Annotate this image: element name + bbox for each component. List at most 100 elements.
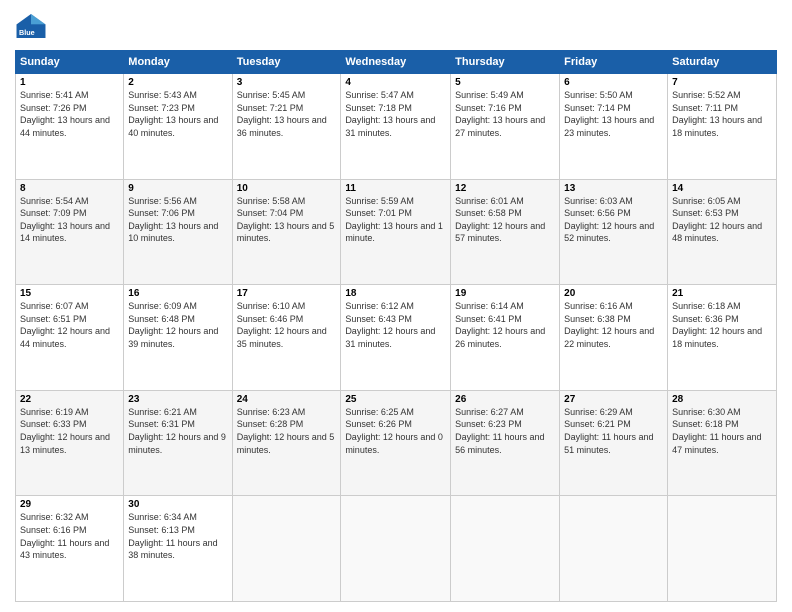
day-number: 18 — [345, 288, 446, 299]
day-number: 3 — [237, 77, 337, 88]
column-header-sunday: Sunday — [16, 51, 124, 74]
day-number: 12 — [455, 183, 555, 194]
day-number: 23 — [128, 394, 227, 405]
day-info: Sunrise: 6:16 AMSunset: 6:38 PMDaylight:… — [564, 300, 663, 350]
day-number: 30 — [128, 499, 227, 510]
calendar-cell: 6 Sunrise: 5:50 AMSunset: 7:14 PMDayligh… — [560, 74, 668, 180]
calendar-cell: 5 Sunrise: 5:49 AMSunset: 7:16 PMDayligh… — [451, 74, 560, 180]
svg-text:Blue: Blue — [19, 28, 35, 37]
calendar-cell — [451, 496, 560, 602]
day-number: 5 — [455, 77, 555, 88]
calendar-cell: 7 Sunrise: 5:52 AMSunset: 7:11 PMDayligh… — [668, 74, 777, 180]
day-info: Sunrise: 5:41 AMSunset: 7:26 PMDaylight:… — [20, 89, 119, 139]
day-number: 6 — [564, 77, 663, 88]
day-number: 11 — [345, 183, 446, 194]
calendar-cell: 3 Sunrise: 5:45 AMSunset: 7:21 PMDayligh… — [232, 74, 341, 180]
calendar-cell: 4 Sunrise: 5:47 AMSunset: 7:18 PMDayligh… — [341, 74, 451, 180]
day-number: 9 — [128, 183, 227, 194]
calendar-cell: 1 Sunrise: 5:41 AMSunset: 7:26 PMDayligh… — [16, 74, 124, 180]
day-number: 10 — [237, 183, 337, 194]
day-number: 1 — [20, 77, 119, 88]
day-number: 7 — [672, 77, 772, 88]
day-info: Sunrise: 6:19 AMSunset: 6:33 PMDaylight:… — [20, 406, 119, 456]
day-info: Sunrise: 6:12 AMSunset: 6:43 PMDaylight:… — [345, 300, 446, 350]
day-info: Sunrise: 6:32 AMSunset: 6:16 PMDaylight:… — [20, 511, 119, 561]
day-number: 21 — [672, 288, 772, 299]
calendar-cell: 19 Sunrise: 6:14 AMSunset: 6:41 PMDaylig… — [451, 285, 560, 391]
calendar-cell: 9 Sunrise: 5:56 AMSunset: 7:06 PMDayligh… — [124, 179, 232, 285]
day-number: 27 — [564, 394, 663, 405]
day-info: Sunrise: 6:10 AMSunset: 6:46 PMDaylight:… — [237, 300, 337, 350]
day-info: Sunrise: 5:43 AMSunset: 7:23 PMDaylight:… — [128, 89, 227, 139]
day-info: Sunrise: 6:30 AMSunset: 6:18 PMDaylight:… — [672, 406, 772, 456]
day-number: 17 — [237, 288, 337, 299]
calendar-cell: 20 Sunrise: 6:16 AMSunset: 6:38 PMDaylig… — [560, 285, 668, 391]
calendar-cell: 11 Sunrise: 5:59 AMSunset: 7:01 PMDaylig… — [341, 179, 451, 285]
column-header-tuesday: Tuesday — [232, 51, 341, 74]
calendar-cell: 15 Sunrise: 6:07 AMSunset: 6:51 PMDaylig… — [16, 285, 124, 391]
day-info: Sunrise: 6:21 AMSunset: 6:31 PMDaylight:… — [128, 406, 227, 456]
day-number: 25 — [345, 394, 446, 405]
calendar-cell — [668, 496, 777, 602]
day-number: 16 — [128, 288, 227, 299]
calendar-cell: 28 Sunrise: 6:30 AMSunset: 6:18 PMDaylig… — [668, 390, 777, 496]
column-header-saturday: Saturday — [668, 51, 777, 74]
day-number: 2 — [128, 77, 227, 88]
calendar-cell: 10 Sunrise: 5:58 AMSunset: 7:04 PMDaylig… — [232, 179, 341, 285]
day-info: Sunrise: 6:09 AMSunset: 6:48 PMDaylight:… — [128, 300, 227, 350]
calendar-cell: 26 Sunrise: 6:27 AMSunset: 6:23 PMDaylig… — [451, 390, 560, 496]
calendar-cell: 30 Sunrise: 6:34 AMSunset: 6:13 PMDaylig… — [124, 496, 232, 602]
day-info: Sunrise: 6:27 AMSunset: 6:23 PMDaylight:… — [455, 406, 555, 456]
day-number: 19 — [455, 288, 555, 299]
calendar-cell: 17 Sunrise: 6:10 AMSunset: 6:46 PMDaylig… — [232, 285, 341, 391]
day-info: Sunrise: 6:03 AMSunset: 6:56 PMDaylight:… — [564, 195, 663, 245]
column-header-monday: Monday — [124, 51, 232, 74]
calendar-cell: 2 Sunrise: 5:43 AMSunset: 7:23 PMDayligh… — [124, 74, 232, 180]
logo: Blue — [15, 10, 51, 42]
calendar-cell: 14 Sunrise: 6:05 AMSunset: 6:53 PMDaylig… — [668, 179, 777, 285]
header: Blue — [15, 10, 777, 42]
day-info: Sunrise: 6:05 AMSunset: 6:53 PMDaylight:… — [672, 195, 772, 245]
day-number: 28 — [672, 394, 772, 405]
calendar-cell: 27 Sunrise: 6:29 AMSunset: 6:21 PMDaylig… — [560, 390, 668, 496]
day-info: Sunrise: 6:34 AMSunset: 6:13 PMDaylight:… — [128, 511, 227, 561]
calendar-cell: 29 Sunrise: 6:32 AMSunset: 6:16 PMDaylig… — [16, 496, 124, 602]
calendar-header-row: SundayMondayTuesdayWednesdayThursdayFrid… — [16, 51, 777, 74]
day-number: 14 — [672, 183, 772, 194]
day-info: Sunrise: 6:07 AMSunset: 6:51 PMDaylight:… — [20, 300, 119, 350]
day-number: 22 — [20, 394, 119, 405]
day-info: Sunrise: 5:54 AMSunset: 7:09 PMDaylight:… — [20, 195, 119, 245]
calendar-cell: 21 Sunrise: 6:18 AMSunset: 6:36 PMDaylig… — [668, 285, 777, 391]
column-header-friday: Friday — [560, 51, 668, 74]
calendar-cell: 23 Sunrise: 6:21 AMSunset: 6:31 PMDaylig… — [124, 390, 232, 496]
day-info: Sunrise: 6:14 AMSunset: 6:41 PMDaylight:… — [455, 300, 555, 350]
calendar-cell: 22 Sunrise: 6:19 AMSunset: 6:33 PMDaylig… — [16, 390, 124, 496]
page: Blue SundayMondayTuesdayWednesdayThursda… — [0, 0, 792, 612]
day-info: Sunrise: 5:45 AMSunset: 7:21 PMDaylight:… — [237, 89, 337, 139]
day-info: Sunrise: 6:18 AMSunset: 6:36 PMDaylight:… — [672, 300, 772, 350]
calendar-cell: 18 Sunrise: 6:12 AMSunset: 6:43 PMDaylig… — [341, 285, 451, 391]
day-info: Sunrise: 5:56 AMSunset: 7:06 PMDaylight:… — [128, 195, 227, 245]
week-row-4: 22 Sunrise: 6:19 AMSunset: 6:33 PMDaylig… — [16, 390, 777, 496]
calendar-table: SundayMondayTuesdayWednesdayThursdayFrid… — [15, 50, 777, 602]
week-row-1: 1 Sunrise: 5:41 AMSunset: 7:26 PMDayligh… — [16, 74, 777, 180]
week-row-5: 29 Sunrise: 6:32 AMSunset: 6:16 PMDaylig… — [16, 496, 777, 602]
day-info: Sunrise: 5:47 AMSunset: 7:18 PMDaylight:… — [345, 89, 446, 139]
calendar-cell — [560, 496, 668, 602]
day-info: Sunrise: 6:23 AMSunset: 6:28 PMDaylight:… — [237, 406, 337, 456]
day-number: 24 — [237, 394, 337, 405]
day-info: Sunrise: 5:50 AMSunset: 7:14 PMDaylight:… — [564, 89, 663, 139]
calendar-cell: 16 Sunrise: 6:09 AMSunset: 6:48 PMDaylig… — [124, 285, 232, 391]
day-info: Sunrise: 5:59 AMSunset: 7:01 PMDaylight:… — [345, 195, 446, 245]
day-info: Sunrise: 5:58 AMSunset: 7:04 PMDaylight:… — [237, 195, 337, 245]
day-info: Sunrise: 6:25 AMSunset: 6:26 PMDaylight:… — [345, 406, 446, 456]
calendar-cell: 8 Sunrise: 5:54 AMSunset: 7:09 PMDayligh… — [16, 179, 124, 285]
column-header-wednesday: Wednesday — [341, 51, 451, 74]
day-info: Sunrise: 5:49 AMSunset: 7:16 PMDaylight:… — [455, 89, 555, 139]
day-number: 20 — [564, 288, 663, 299]
week-row-3: 15 Sunrise: 6:07 AMSunset: 6:51 PMDaylig… — [16, 285, 777, 391]
calendar-cell — [232, 496, 341, 602]
day-number: 13 — [564, 183, 663, 194]
day-number: 26 — [455, 394, 555, 405]
week-row-2: 8 Sunrise: 5:54 AMSunset: 7:09 PMDayligh… — [16, 179, 777, 285]
